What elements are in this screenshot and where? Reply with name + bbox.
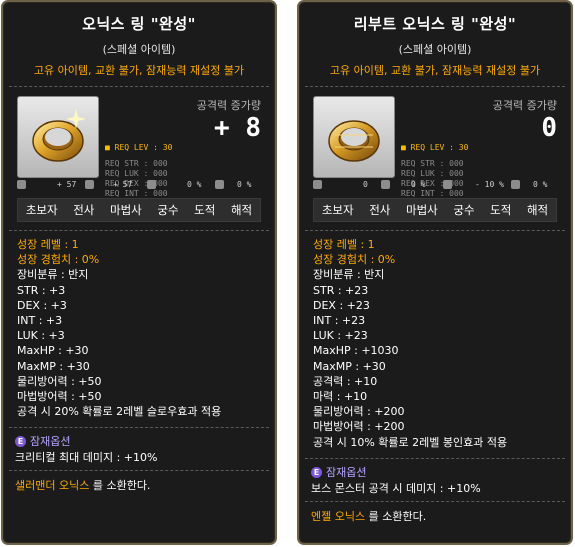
potential-icon: E [15, 436, 26, 448]
ring-icon [328, 120, 380, 162]
stat-line: INT : +3 [17, 314, 63, 328]
stat-line: MaxHP : +1030 [313, 344, 399, 358]
ring-icon [32, 109, 86, 162]
stat-line: DEX : +23 [313, 298, 370, 312]
attack-increase-label: 공격력 증가량 [492, 99, 557, 112]
stat-icon [511, 180, 520, 189]
stat-icon [85, 180, 94, 189]
potential-section: E 잠재옵션 크리티컬 최대 데미지 : +10% [3, 428, 275, 466]
stat-line: LUK : +23 [313, 329, 368, 343]
growth-exp: 성장 경험치 : 0% [313, 253, 396, 267]
job-thief: 도적 [490, 203, 512, 217]
potential-icon: E [311, 466, 322, 478]
stat-list: 성장 레벨 : 1 성장 경험치 : 0% 장비분류 : 반지 STR : +2… [299, 231, 571, 450]
stat-line: 공격력 : +10 [313, 374, 378, 388]
job-magician: 마법사 [405, 203, 438, 217]
stat-line: MaxMP : +30 [17, 359, 90, 373]
attack-increase-value: + 8 [214, 113, 261, 143]
job-thief: 도적 [194, 203, 216, 217]
job-magician: 마법사 [109, 203, 142, 217]
job-beginner: 초보자 [321, 203, 354, 217]
potential-title: 잠재옵션 [326, 465, 367, 479]
attack-increase-value: 0 [541, 113, 557, 143]
stat-line: MaxMP : +30 [313, 359, 386, 373]
summon-name: 샐러맨더 오닉스 [15, 479, 90, 493]
job-archer: 궁수 [453, 203, 475, 217]
stat-icon [443, 180, 452, 189]
job-archer: 궁수 [157, 203, 179, 217]
item-restrictions: 고유 아이템, 교환 불가, 잠재능력 재설정 불가 [329, 64, 541, 77]
potential-line: 보스 몬스터 공격 시 데미지 : +10% [311, 481, 481, 495]
item-subtitle: (스페셜 아이템) [398, 43, 472, 56]
req-str: REQ STR : 000 [105, 159, 168, 168]
item-tooltip-left: 오닉스 링 "완성" (스페셜 아이템) 고유 아이템, 교환 불가, 잠재능력… [1, 0, 277, 545]
summon-description: 엔젤 오닉스 를 소환한다. [311, 509, 427, 523]
item-header-block: 공격력 증가량 0 ■ REQ LEV : 30 REQ STR : 000RE… [299, 86, 571, 198]
potential-line: 크리티컬 최대 데미지 : +10% [15, 451, 158, 465]
job-warrior: 전사 [369, 203, 391, 217]
req-level: ■ REQ LEV : 30 [105, 143, 173, 152]
stat-line: 장비분류 : 반지 [313, 268, 385, 282]
job-warrior: 전사 [73, 203, 95, 217]
mini-stat-row: + 57 + 57 0 % 0 % [17, 178, 275, 192]
job-pirate: 해적 [230, 203, 253, 217]
stat-line: MaxHP : +30 [17, 344, 89, 358]
stat-line: 마법방어력 : +50 [17, 390, 102, 404]
item-title: 오닉스 링 "완성" [82, 15, 196, 33]
stat-line: 마력 : +10 [313, 390, 368, 404]
stat-line: INT : +23 [313, 314, 366, 328]
stat-line: STR : +23 [313, 283, 369, 297]
stat-line: 마법방어력 : +200 [313, 420, 405, 434]
item-subtitle: (스페셜 아이템) [102, 43, 176, 56]
stat-line: 장비분류 : 반지 [17, 268, 89, 282]
job-requirements: 초보자 전사 마법사 궁수 도적 해적 [313, 198, 557, 222]
stat-icon [381, 180, 390, 189]
growth-level: 성장 레벨 : 1 [17, 238, 79, 251]
stat-line: 공격 시 20% 확률로 2레벨 슬로우효과 적용 [17, 405, 222, 419]
stat-icon [215, 180, 224, 189]
mini-stat-row: 0 0 % - 10 % 0 % [313, 178, 571, 192]
item-tooltip-right: 리부트 오닉스 링 "완성" (스페셜 아이템) 고유 아이템, 교환 불가, … [297, 0, 573, 545]
stat-list: 성장 레벨 : 1 성장 경험치 : 0% 장비분류 : 반지 STR : +3… [3, 231, 275, 419]
item-restrictions: 고유 아이템, 교환 불가, 잠재능력 재설정 불가 [33, 64, 245, 77]
job-beginner: 초보자 [25, 203, 58, 217]
req-level: ■ REQ LEV : 30 [401, 143, 469, 152]
req-str: REQ STR : 000 [401, 159, 464, 168]
job-requirements: 초보자 전사 마법사 궁수 도적 해적 [17, 198, 261, 222]
potential-title: 잠재옵션 [30, 435, 71, 449]
stat-line: STR : +3 [17, 283, 66, 297]
summon-name: 엔젤 오닉스 [311, 509, 366, 523]
stat-line: 물리방어력 : +200 [313, 405, 405, 419]
item-title: 리부트 오닉스 링 "완성" [353, 15, 517, 33]
attack-increase-label: 공격력 증가량 [196, 99, 261, 112]
growth-exp: 성장 경험치 : 0% [17, 253, 100, 267]
summon-description: 샐러맨더 오닉스 를 소환한다. [15, 479, 151, 493]
stat-icon [17, 180, 26, 189]
item-header-block: 공격력 증가량 + 8 ■ REQ LEV : 30 REQ STR : 000… [3, 86, 275, 198]
stat-icon [147, 180, 156, 189]
stat-line: 공격 시 10% 확률로 2레벨 봉인효과 적용 [313, 435, 508, 449]
item-icon-box [17, 96, 99, 178]
stat-icon [313, 180, 322, 189]
stat-line: 물리방어력 : +50 [17, 374, 102, 388]
growth-level: 성장 레벨 : 1 [313, 238, 375, 251]
stat-line: DEX : +3 [17, 298, 67, 312]
stat-line: LUK : +3 [17, 329, 65, 343]
potential-section: E 잠재옵션 보스 몬스터 공격 시 데미지 : +10% [299, 459, 571, 497]
item-icon-box [313, 96, 395, 178]
job-pirate: 해적 [526, 203, 549, 217]
